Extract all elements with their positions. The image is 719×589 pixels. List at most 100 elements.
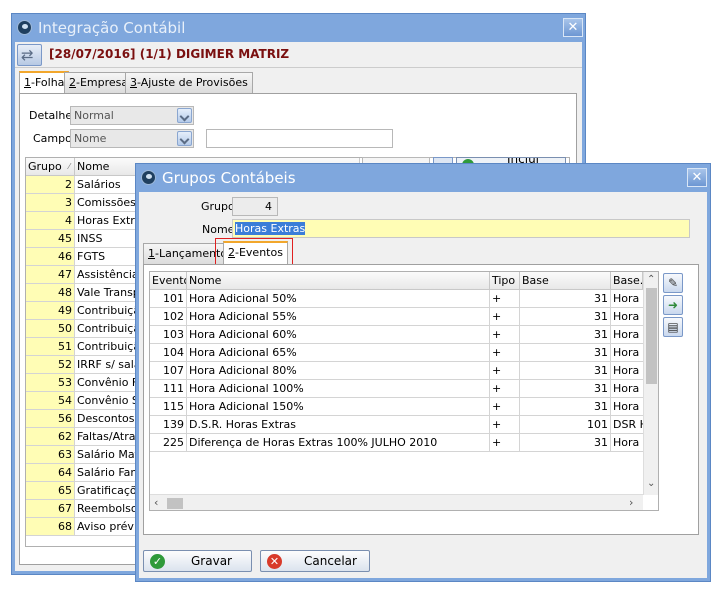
grupos-contabeis-window: Grupos Contábeis ✕ Grupo 4 Nome Horas Ex…: [135, 163, 711, 582]
table-row[interactable]: 102Hora Adicional 55%+31Hora E: [150, 308, 643, 326]
base-cell: 31: [520, 362, 611, 379]
tipo-cell: +: [490, 434, 520, 451]
grupo-cell: 46: [26, 248, 75, 265]
table-row[interactable]: 115Hora Adicional 150%+31Hora E: [150, 398, 643, 416]
nome-cell: Hora Adicional 80%: [187, 362, 490, 379]
table-row[interactable]: 111Hora Adicional 100%+31Hora E: [150, 380, 643, 398]
nome-label: Nome: [202, 223, 235, 236]
table-row[interactable]: 107Hora Adicional 80%+31Hora E: [150, 362, 643, 380]
grupo-cell: 51: [26, 338, 75, 355]
print-button[interactable]: ▤: [663, 317, 683, 337]
scroll-right-icon[interactable]: ›: [629, 496, 633, 509]
swap-arrows-icon: ⇄: [21, 46, 34, 64]
company-header: [28/07/2016] (1/1) DIGIMER MATRIZ: [49, 47, 290, 61]
col-header-evento[interactable]: Evento: [150, 272, 187, 290]
evento-cell: 103: [150, 326, 187, 343]
table-row[interactable]: 139D.S.R. Horas Extras+101DSR H: [150, 416, 643, 434]
grupo-cell: 49: [26, 302, 75, 319]
export-arrow-icon: ➜: [667, 298, 679, 312]
detalhe-select[interactable]: Normal: [70, 106, 194, 125]
back-window-title: Integração Contábil: [38, 19, 186, 37]
chevron-down-icon[interactable]: [177, 108, 192, 123]
edit-record-button[interactable]: ✎: [663, 273, 683, 293]
tipo-cell: +: [490, 362, 520, 379]
grupo-cell: 65: [26, 482, 75, 499]
evento-cell: 104: [150, 344, 187, 361]
campo-select[interactable]: Nome: [70, 129, 194, 148]
grupo-cell: 3: [26, 194, 75, 211]
base-cell: 31: [520, 326, 611, 343]
tab-empresa[interactable]: 2-Empresa: [64, 72, 134, 93]
base-desc-cell: DSR H: [613, 418, 643, 431]
evento-cell: 111: [150, 380, 187, 397]
tipo-cell: +: [490, 416, 520, 433]
horizontal-scroll-thumb[interactable]: [167, 498, 183, 509]
scroll-down-icon[interactable]: ⌄: [647, 478, 655, 489]
base-cell: 101: [520, 416, 611, 433]
grupo-cell: 4: [26, 212, 75, 229]
grupo-cell: 54: [26, 392, 75, 409]
tipo-cell: +: [490, 308, 520, 325]
col-header-tipo[interactable]: Tipo: [490, 272, 520, 290]
base-desc-cell: Hora E: [613, 382, 643, 395]
scroll-up-icon[interactable]: ⌃: [647, 274, 655, 285]
nome-cell: Hora Adicional 55%: [187, 308, 490, 325]
evento-cell: 225: [150, 434, 187, 451]
front-window-title: Grupos Contábeis: [162, 169, 296, 187]
scroll-left-icon[interactable]: ‹: [154, 496, 158, 509]
cancelar-button[interactable]: ✕ Cancelar: [260, 550, 370, 572]
horizontal-scrollbar[interactable]: ‹ ›: [150, 494, 643, 510]
nome-cell: Hora Adicional 60%: [187, 326, 490, 343]
col-header-base-desc[interactable]: Base.: [611, 272, 643, 290]
detalhe-label: Detalhe: [29, 109, 73, 122]
back-title-bar[interactable]: Integração Contábil: [12, 14, 585, 42]
tipo-cell: +: [490, 398, 520, 415]
gravar-button[interactable]: ✓ Gravar: [143, 550, 252, 572]
front-close-button[interactable]: ✕: [687, 168, 707, 187]
evento-cell: 102: [150, 308, 187, 325]
evento-cell: 107: [150, 362, 187, 379]
evento-cell: 101: [150, 290, 187, 307]
swap-company-button[interactable]: ⇄: [17, 44, 42, 66]
base-desc-cell: Hora E: [613, 292, 643, 305]
base-cell: 31: [520, 434, 611, 451]
base-desc-cell: Hora E: [613, 364, 643, 377]
nome-cell: Hora Adicional 150%: [187, 398, 490, 415]
eventos-panel: Evento Nome Tipo Base Base. 101 Hora Adic…: [143, 264, 699, 535]
base-cell: 31: [520, 398, 611, 415]
table-row[interactable]: 101Hora Adicional 50%+31Hora E: [150, 290, 643, 308]
nome-cell: Hora Adicional 100%: [187, 380, 490, 397]
nome-cell: Diferença de Horas Extras 100% JULHO 201…: [187, 434, 490, 451]
col-header-grupo[interactable]: Grupo ⁄: [26, 158, 75, 176]
chevron-down-icon[interactable]: [177, 131, 192, 146]
vertical-scrollbar[interactable]: ⌃ ⌄: [643, 272, 658, 495]
export-button[interactable]: ➜: [663, 295, 683, 315]
evento-cell: 115: [150, 398, 187, 415]
back-tabs: 1-Folha 2-Empresa 3-Ajuste de Provisões: [19, 71, 579, 94]
grupo-cell: 52: [26, 356, 75, 373]
app-icon: [17, 20, 32, 35]
base-cell: 31: [520, 308, 611, 325]
front-title-bar[interactable]: Grupos Contábeis: [136, 164, 710, 192]
back-close-button[interactable]: ✕: [563, 18, 583, 37]
col-header-base[interactable]: Base: [520, 272, 611, 290]
nome-field[interactable]: Horas Extras: [232, 219, 690, 238]
eventos-grid: Evento Nome Tipo Base Base. 101 Hora Adic…: [149, 271, 659, 511]
search-input[interactable]: [206, 129, 393, 148]
grupo-cell: 50: [26, 320, 75, 337]
table-row[interactable]: 225 Diferença de Horas Extras 100% JULHO …: [150, 434, 643, 452]
base-desc-cell: Hora E: [613, 310, 643, 323]
table-row[interactable]: 104Hora Adicional 65%+31Hora E: [150, 344, 643, 362]
base-desc-cell: Hora E: [613, 346, 643, 359]
base-desc-cell: Hora E: [613, 400, 643, 413]
grupo-cell: 48: [26, 284, 75, 301]
vertical-scroll-thumb[interactable]: [646, 288, 657, 384]
tab-folha[interactable]: 1-Folha: [19, 71, 70, 94]
front-client-area: Grupo 4 Nome Horas Extras 1-Lançamentos …: [139, 192, 707, 578]
tab-ajuste-provisoes[interactable]: 3-Ajuste de Provisões: [125, 72, 253, 93]
grupo-cell: 63: [26, 446, 75, 463]
tipo-cell: +: [490, 326, 520, 343]
table-row[interactable]: 103Hora Adicional 60%+31Hora E: [150, 326, 643, 344]
grupo-cell: 47: [26, 266, 75, 283]
col-header-nome[interactable]: Nome: [187, 272, 490, 290]
